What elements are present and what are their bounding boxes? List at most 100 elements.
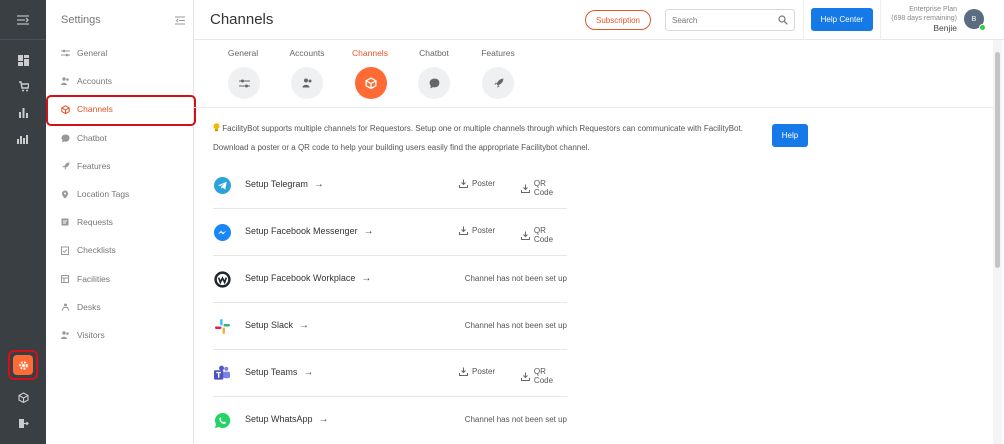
divider bbox=[880, 0, 881, 40]
sidebar-item-label: Desks bbox=[77, 302, 101, 312]
qr-label: QR Code bbox=[533, 179, 554, 197]
sidebar-item-label: Checklists bbox=[77, 245, 116, 255]
scrollbar-thumb[interactable] bbox=[995, 52, 1000, 268]
download-qr-button[interactable]: QR Code bbox=[521, 367, 567, 385]
search-box bbox=[665, 9, 795, 31]
channel-status: Channel has not been set up bbox=[464, 321, 567, 330]
download-poster-button[interactable]: Poster bbox=[459, 179, 495, 188]
tab-accounts-button[interactable] bbox=[291, 67, 323, 99]
help-center-button[interactable]: Help Center bbox=[811, 8, 873, 31]
chat-icon bbox=[429, 78, 439, 88]
sidebar-item-checklists[interactable]: Checklists bbox=[46, 239, 194, 261]
download-icon bbox=[521, 372, 530, 381]
requests-nav[interactable] bbox=[0, 73, 46, 99]
rocket-icon bbox=[60, 161, 70, 171]
channels-info: FacilityBot supports multiple channels f… bbox=[213, 123, 743, 133]
tab-features-button[interactable] bbox=[482, 67, 514, 99]
cart-icon bbox=[18, 80, 29, 91]
request-icon bbox=[60, 217, 70, 227]
setup-workplace-link[interactable]: Setup Facebook Workplace → bbox=[245, 273, 371, 284]
settings-nav[interactable] bbox=[13, 355, 33, 375]
online-status-dot bbox=[979, 24, 986, 31]
download-qr-button[interactable]: QR Code bbox=[521, 179, 567, 197]
telegram-icon bbox=[213, 176, 231, 194]
channel-label: Setup WhatsApp bbox=[245, 414, 313, 424]
workplace-icon bbox=[213, 270, 231, 288]
plan-info: Enterprise Plan (698 days remaining) Ben… bbox=[891, 5, 957, 34]
arrow-right-icon: → bbox=[303, 367, 314, 378]
tab-channels-button[interactable] bbox=[355, 67, 387, 99]
sidebar-item-visitors[interactable]: Visitors bbox=[46, 324, 194, 346]
chart-icon bbox=[18, 107, 28, 118]
sidebar-title: Settings bbox=[61, 14, 101, 26]
channel-row-slack: Setup Slack → Channel has not been set up bbox=[213, 303, 567, 350]
pin-icon bbox=[60, 189, 70, 199]
sidebar-item-label: Features bbox=[77, 161, 111, 171]
sidebar-item-label: Requests bbox=[77, 217, 113, 227]
tabs-divider bbox=[194, 107, 994, 108]
gear-icon bbox=[18, 360, 28, 370]
tab-accounts[interactable]: Accounts bbox=[277, 48, 337, 58]
channel-status: Channel has not been set up bbox=[464, 274, 567, 283]
poster-label: Poster bbox=[472, 226, 496, 235]
lightbulb-icon bbox=[213, 123, 220, 132]
channel-row-teams: Setup Teams → Poster QR Code bbox=[213, 350, 567, 397]
sidebar-item-chatbot[interactable]: Chatbot bbox=[46, 127, 194, 149]
settings-sidebar: Settings General Accounts Channels Chatb… bbox=[46, 0, 194, 444]
sidebar-item-requests[interactable]: Requests bbox=[46, 211, 194, 233]
sidebar-item-accounts[interactable]: Accounts bbox=[46, 70, 194, 92]
logout-nav[interactable] bbox=[0, 410, 46, 436]
subscription-button[interactable]: Subscription bbox=[585, 10, 651, 30]
tab-chatbot[interactable]: Chatbot bbox=[404, 48, 464, 58]
users-icon bbox=[302, 78, 311, 88]
download-icon bbox=[459, 179, 468, 188]
sidebar-item-facilities[interactable]: Facilities bbox=[46, 268, 194, 290]
facility-icon bbox=[60, 274, 70, 284]
setup-messenger-link[interactable]: Setup Facebook Messenger → bbox=[245, 226, 374, 237]
download-icon bbox=[521, 184, 530, 193]
search-input[interactable] bbox=[672, 15, 772, 25]
download-qr-button[interactable]: QR Code bbox=[521, 226, 567, 244]
channels-highlight-box bbox=[46, 95, 196, 126]
sidebar-item-label: Visitors bbox=[77, 330, 105, 340]
setup-teams-link[interactable]: Setup Teams → bbox=[245, 367, 313, 378]
poster-label: Poster bbox=[472, 179, 496, 188]
tab-general[interactable]: General bbox=[213, 48, 273, 58]
tab-chatbot-button[interactable] bbox=[418, 67, 450, 99]
qr-label: QR Code bbox=[533, 367, 554, 385]
sliders-icon bbox=[238, 79, 250, 87]
arrow-right-icon: → bbox=[361, 273, 372, 284]
sidebar-item-desks[interactable]: Desks bbox=[46, 296, 194, 318]
dashboard-nav[interactable] bbox=[0, 47, 46, 73]
download-poster-button[interactable]: Poster bbox=[459, 367, 495, 376]
help-button[interactable]: Help bbox=[772, 124, 808, 147]
sidebar-collapse-icon[interactable] bbox=[175, 16, 185, 25]
sidebar-item-features[interactable]: Features bbox=[46, 155, 194, 177]
modules-nav[interactable] bbox=[0, 384, 46, 410]
logout-icon bbox=[18, 418, 29, 428]
sidebar-item-general[interactable]: General bbox=[46, 42, 194, 64]
setup-telegram-link[interactable]: Setup Telegram → bbox=[245, 179, 324, 190]
tab-general-button[interactable] bbox=[228, 67, 260, 99]
sidebar-item-label: Accounts bbox=[77, 76, 112, 86]
search-icon[interactable] bbox=[778, 15, 788, 25]
user-name: Benjie bbox=[933, 23, 957, 33]
sidebar-item-location-tags[interactable]: Location Tags bbox=[46, 183, 194, 205]
cube-icon bbox=[17, 391, 29, 403]
setup-slack-link[interactable]: Setup Slack → bbox=[245, 320, 309, 331]
arrow-right-icon: → bbox=[363, 226, 374, 237]
poster-label: Poster bbox=[472, 367, 496, 376]
channel-row-workplace: Setup Facebook Workplace → Channel has no… bbox=[213, 256, 567, 303]
analytics-nav[interactable] bbox=[0, 125, 46, 151]
sliders-icon bbox=[60, 48, 70, 58]
tab-channels[interactable]: Channels bbox=[340, 48, 400, 58]
channel-label: Setup Slack bbox=[245, 320, 294, 330]
tab-features[interactable]: Features bbox=[468, 48, 528, 58]
chat-icon bbox=[60, 133, 70, 143]
channel-row-messenger: Setup Facebook Messenger → Poster QR Code bbox=[213, 209, 567, 256]
collapse-button[interactable] bbox=[0, 0, 46, 40]
channel-row-telegram: Setup Telegram → Poster QR Code bbox=[213, 162, 567, 209]
download-poster-button[interactable]: Poster bbox=[459, 226, 495, 235]
setup-whatsapp-link[interactable]: Setup WhatsApp → bbox=[245, 414, 329, 425]
reports-nav[interactable] bbox=[0, 99, 46, 125]
